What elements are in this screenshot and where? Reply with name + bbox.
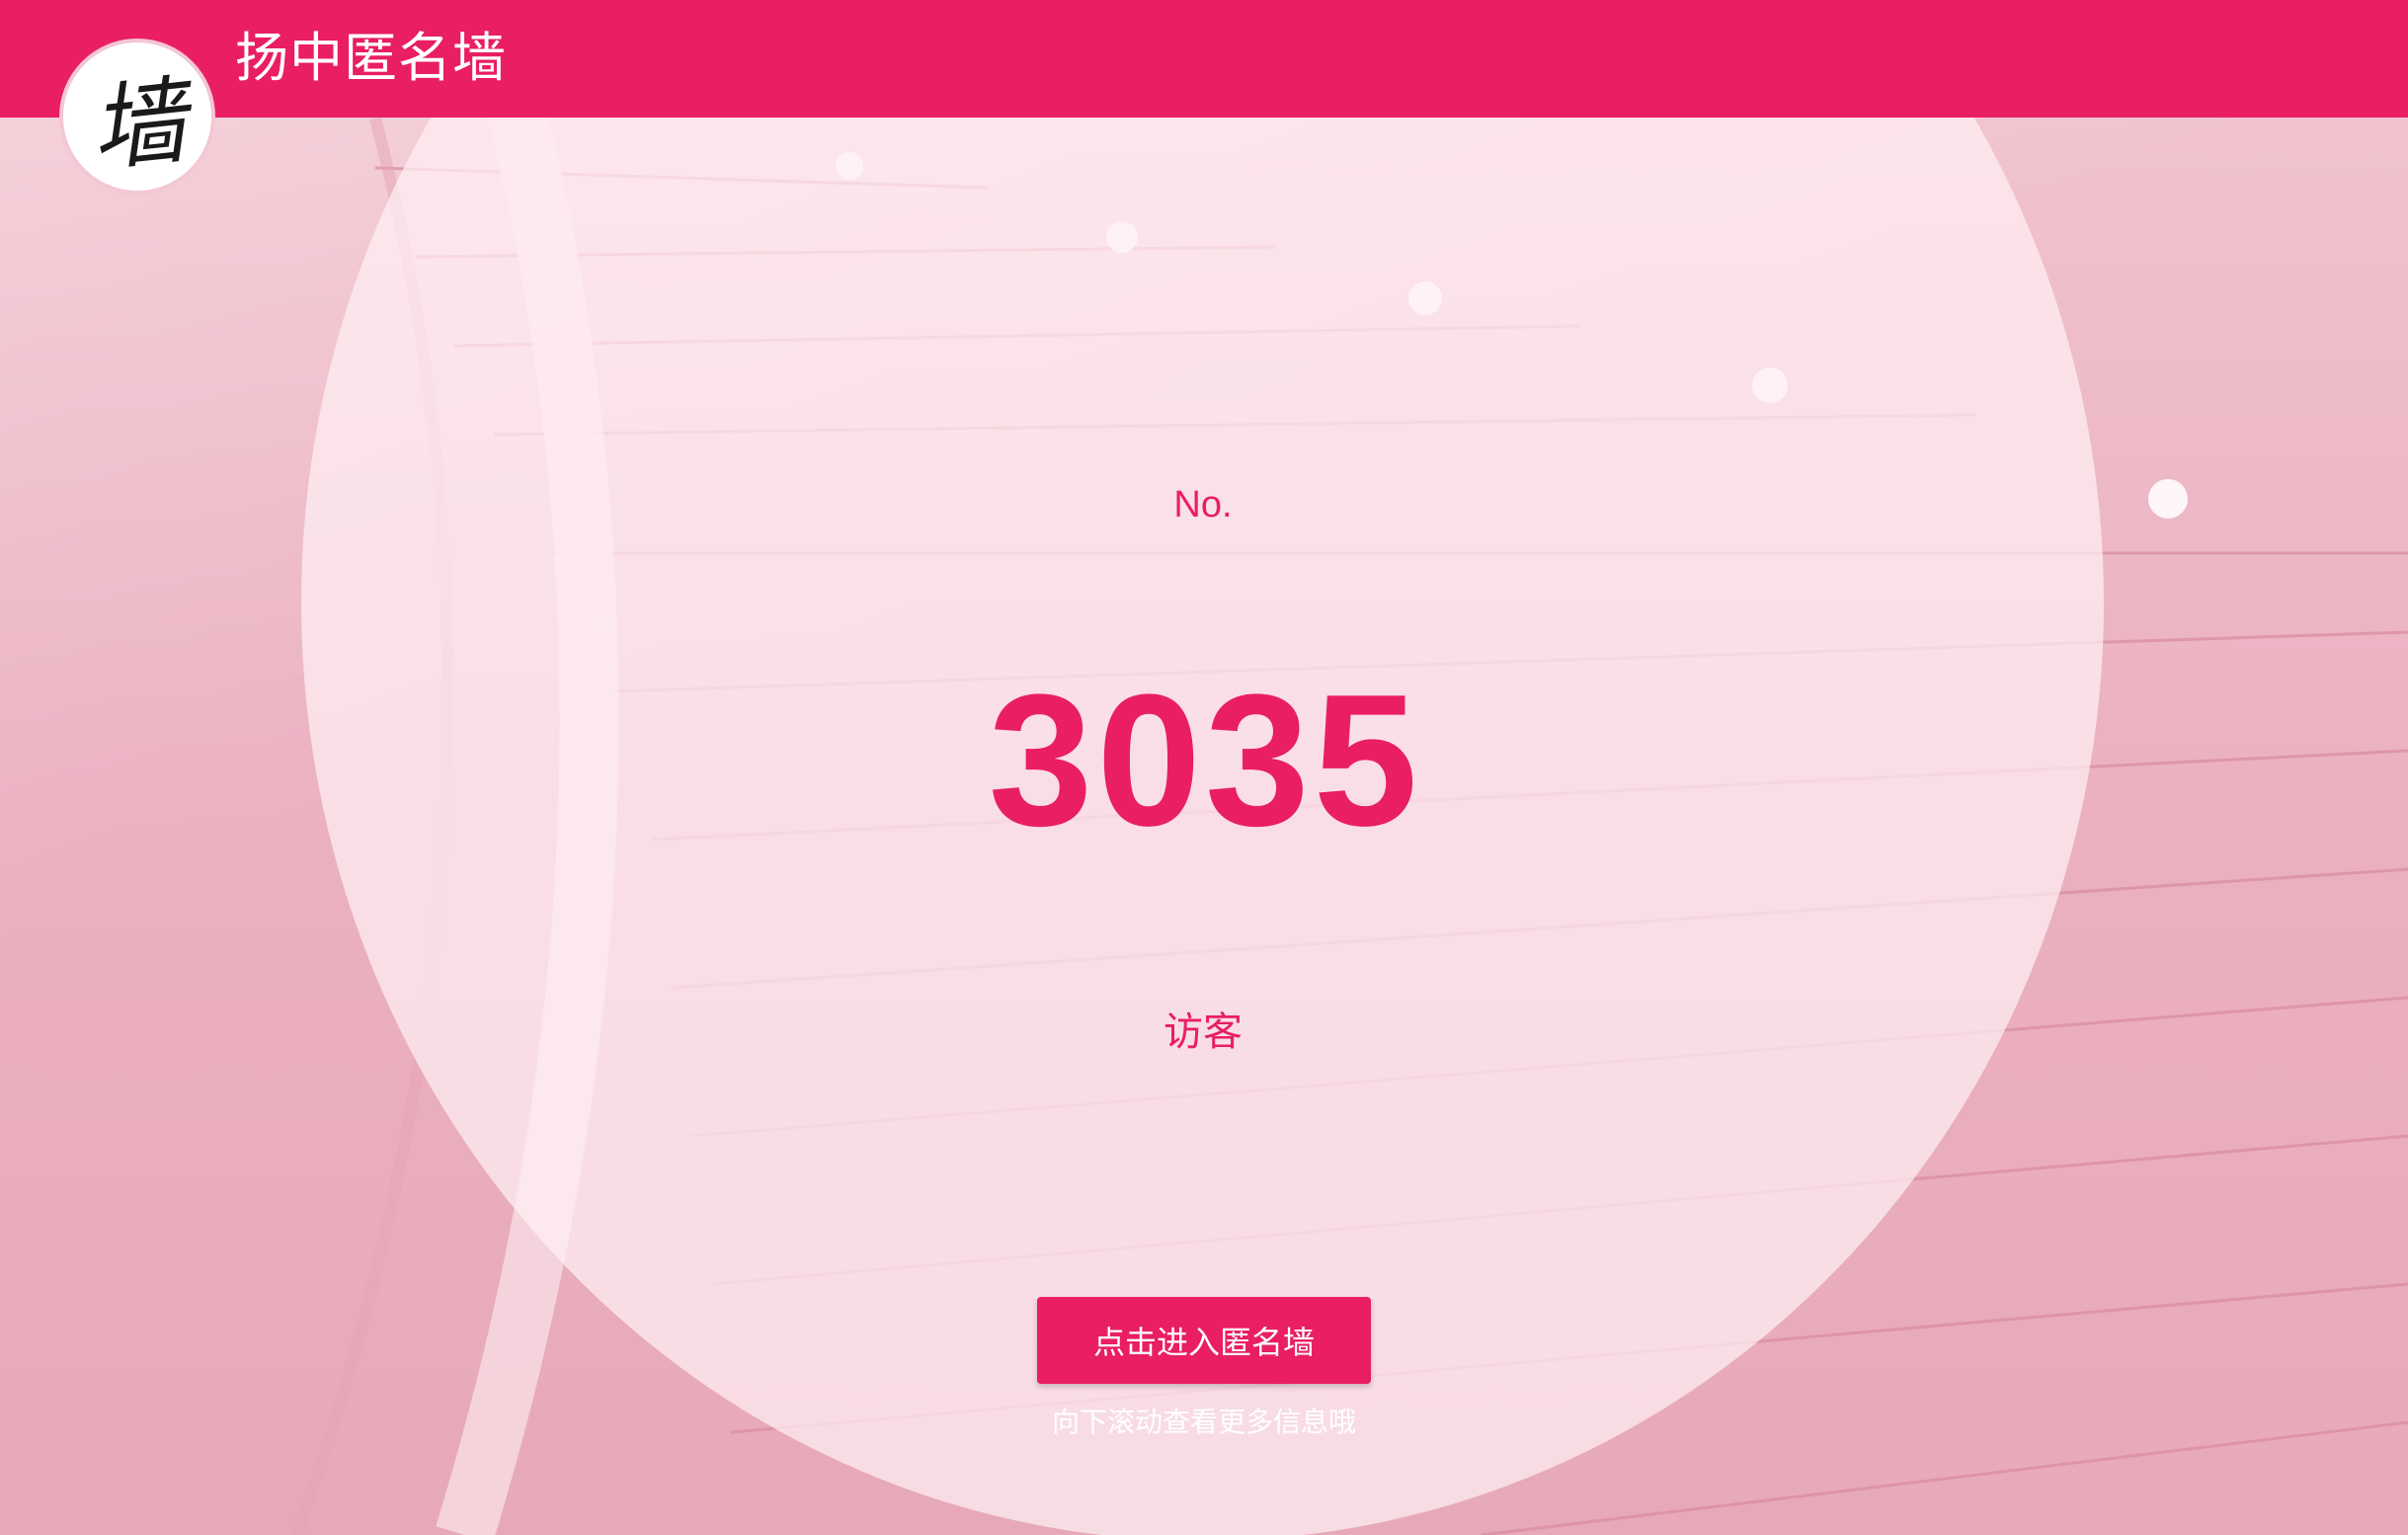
top-app-bar: 扬中匿名墙 xyxy=(0,0,2408,118)
logo-character: 墙 xyxy=(85,64,192,186)
visitor-label: 访客 xyxy=(1164,1010,1243,1055)
site-title[interactable]: 扬中匿名墙 xyxy=(235,26,507,91)
enter-wall-button[interactable]: 点击进入匿名墙 xyxy=(1037,1297,1371,1384)
visitor-count: 3035 xyxy=(988,656,1422,865)
number-prefix: No. xyxy=(1173,484,1233,525)
site-logo[interactable]: 墙 xyxy=(59,39,215,195)
scroll-hint: 向下滚动查看更多信息哦 xyxy=(1051,1406,1356,1438)
landing-page: 扬中匿名墙 墙 No. 3035 访客 点击进入匿名墙 向下滚动查看更多信息哦 xyxy=(0,0,2408,1535)
